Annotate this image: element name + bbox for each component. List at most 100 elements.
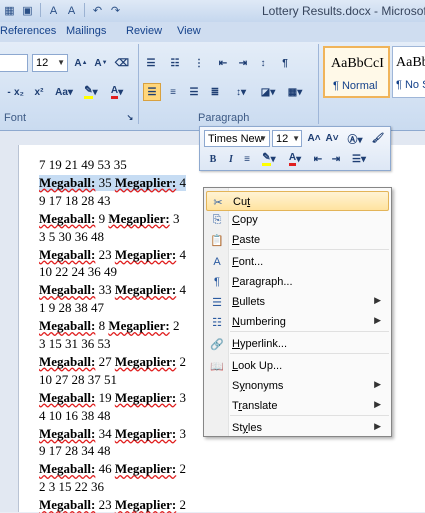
megaball-line: Megaball: 19 Megaplier: 3	[39, 390, 186, 406]
megaball-line: Megaball: 23 Megaplier: 2	[39, 497, 186, 513]
context-menu: ✂ Cut ⎘ Copy 📋 Paste A Font... ¶ Paragraph... ☰ Bul…	[203, 187, 392, 437]
megaplier-value: 3	[179, 389, 186, 405]
numbering-icon: ☷	[212, 316, 222, 329]
scissors-icon: ✂	[213, 196, 223, 209]
label-part: ullets	[239, 296, 266, 308]
bullets-icon[interactable]: ☰	[142, 54, 160, 72]
megaball-value: 23	[98, 246, 112, 262]
megaplier-value: 4	[179, 246, 186, 262]
font-a-icon[interactable]: A	[46, 3, 61, 18]
font-color-icon[interactable]: A ▾	[106, 83, 128, 101]
bullets-icon[interactable]: ☰▾	[348, 151, 370, 167]
style-preview: AaBbCcI	[331, 56, 384, 71]
megaball-label: Megaball:	[39, 210, 96, 226]
qat-separator	[84, 3, 85, 17]
menu-item-synonyms[interactable]: Synonyms ▶	[206, 376, 389, 396]
menu-item-cut[interactable]: ✂ Cut	[206, 191, 389, 211]
highlight-icon[interactable]: ✎ ▾	[258, 151, 280, 167]
italic-icon[interactable]: I	[223, 151, 239, 167]
font-a-icon[interactable]: A	[64, 3, 79, 18]
mini-size-combo[interactable]: 12 ▼	[272, 130, 302, 147]
menu-item-bullets[interactable]: ☰ Bullets ▶	[206, 292, 389, 312]
window-title: Lottery Results.docx - Microsoft W	[262, 4, 425, 18]
grow-font-icon[interactable]: A ▲	[72, 54, 90, 72]
tab-mailings[interactable]: Mailings	[66, 25, 106, 37]
megaball-label: Megaball:	[39, 425, 96, 441]
grow-font-icon[interactable]: A˄	[306, 130, 322, 146]
dialog-launcher-icon[interactable]: ↘	[124, 111, 136, 123]
tab-review[interactable]: Review	[126, 25, 162, 37]
access-key: N	[232, 316, 240, 328]
megaplier-label: Megaplier:	[108, 318, 170, 334]
menu-item-font[interactable]: A Font...	[206, 252, 389, 272]
shrink-font-icon[interactable]: A˅	[324, 130, 340, 146]
show-formatting-icon[interactable]: ¶	[276, 54, 294, 72]
mini-font-combo[interactable]: Times New ▼	[204, 130, 270, 147]
styles-icon[interactable]: Ⓐ▾	[344, 130, 366, 146]
shading-icon[interactable]: ◪▾	[256, 83, 280, 101]
increase-indent-icon[interactable]: ⇥	[328, 151, 344, 167]
clear-formatting-icon[interactable]: ⌫	[113, 54, 131, 72]
megaplier-label: Megaplier:	[114, 389, 177, 405]
undo-icon[interactable]: ↶	[90, 3, 105, 18]
increase-indent-icon[interactable]: ⇥	[234, 54, 252, 72]
word-logo-icon[interactable]: ▦	[2, 3, 17, 18]
multilevel-list-icon[interactable]: ⋮	[190, 54, 208, 72]
megaball-value: 33	[98, 282, 112, 298]
save-icon[interactable]: ▣	[20, 3, 35, 18]
menu-item-paragraph[interactable]: ¶ Paragraph...	[206, 272, 389, 292]
menu-item-paste[interactable]: 📋 Paste	[206, 230, 389, 250]
decrease-indent-icon[interactable]: ⇤	[214, 54, 232, 72]
font-name-combo[interactable]	[0, 54, 28, 72]
chevron-down-icon[interactable]: ▼	[292, 131, 300, 147]
paragraph-icon: ¶	[214, 276, 220, 288]
font-size-combo[interactable]: 12 ▼	[32, 54, 68, 72]
align-left-icon[interactable]: ☰	[143, 83, 161, 101]
sort-icon[interactable]: ↕	[254, 54, 272, 72]
megaball-label: Megaball:	[39, 282, 96, 298]
change-case-icon[interactable]: Aa▾	[52, 83, 76, 101]
chevron-down-icon[interactable]: ▼	[259, 131, 267, 147]
numbering-icon[interactable]: ☷	[166, 54, 184, 72]
label-part: Cu	[233, 196, 248, 208]
megaball-line: Megaball: 23 Megaplier: 4	[39, 247, 186, 263]
menu-item-copy[interactable]: ⎘ Copy	[206, 210, 389, 230]
align-right-icon[interactable]: ☰	[185, 83, 203, 101]
group-separator	[138, 44, 139, 124]
submenu-arrow-icon: ▶	[374, 379, 381, 389]
line-spacing-icon[interactable]: ↕▾	[230, 83, 252, 101]
menu-item-numbering[interactable]: ☷ Numbering ▶	[206, 312, 389, 332]
font-color-icon[interactable]: A ▾	[284, 151, 306, 167]
decrease-indent-icon[interactable]: ⇤	[310, 151, 326, 167]
highlight-icon[interactable]: ✎ ▾	[80, 83, 102, 101]
menu-item-hyperlink[interactable]: 🔗 Hyperlink...	[206, 334, 389, 354]
subscript-icon[interactable]: x₂	[10, 83, 28, 101]
redo-icon[interactable]: ↷	[108, 3, 123, 18]
style-normal[interactable]: AaBbCcI ¶ Normal	[323, 46, 390, 98]
align-center-icon[interactable]: ≡	[239, 151, 255, 167]
megaplier-label: Megaplier:	[114, 425, 177, 441]
tab-view[interactable]: View	[177, 25, 201, 37]
number-line: 9 17 18 28 43	[39, 192, 111, 208]
access-key: t	[247, 196, 251, 208]
menu-item-lookup[interactable]: 📖 Look Up...	[206, 356, 389, 376]
label-part: St	[232, 422, 243, 434]
tab-references[interactable]: References	[0, 25, 56, 37]
label-part: anslate	[241, 400, 278, 412]
bold-icon[interactable]: B	[205, 151, 221, 167]
style-no-spacing[interactable]: AaBbCcI ¶ No S	[392, 46, 425, 98]
menu-item-styles[interactable]: Styles ▶	[206, 418, 389, 438]
chevron-down-icon[interactable]: ▼	[57, 55, 65, 71]
menu-item-label: Synonyms	[232, 380, 283, 392]
align-center-icon[interactable]: ≡	[164, 83, 182, 101]
shrink-font-icon[interactable]: A ▼	[92, 54, 110, 72]
number-line: 3 5 30 36 48	[39, 228, 104, 244]
label-part: aragraph...	[239, 276, 293, 288]
format-painter-icon[interactable]: 🖌	[370, 130, 386, 146]
menu-item-translate[interactable]: Translate ▶	[206, 396, 389, 416]
megaball-line: Megaball: 8 Megaplier: 2	[39, 318, 179, 334]
mini-size-value: 12	[276, 133, 289, 145]
superscript-icon[interactable]: x²	[30, 83, 48, 101]
borders-icon[interactable]: ▦▾	[284, 83, 306, 101]
justify-icon[interactable]: ≣	[206, 83, 224, 101]
